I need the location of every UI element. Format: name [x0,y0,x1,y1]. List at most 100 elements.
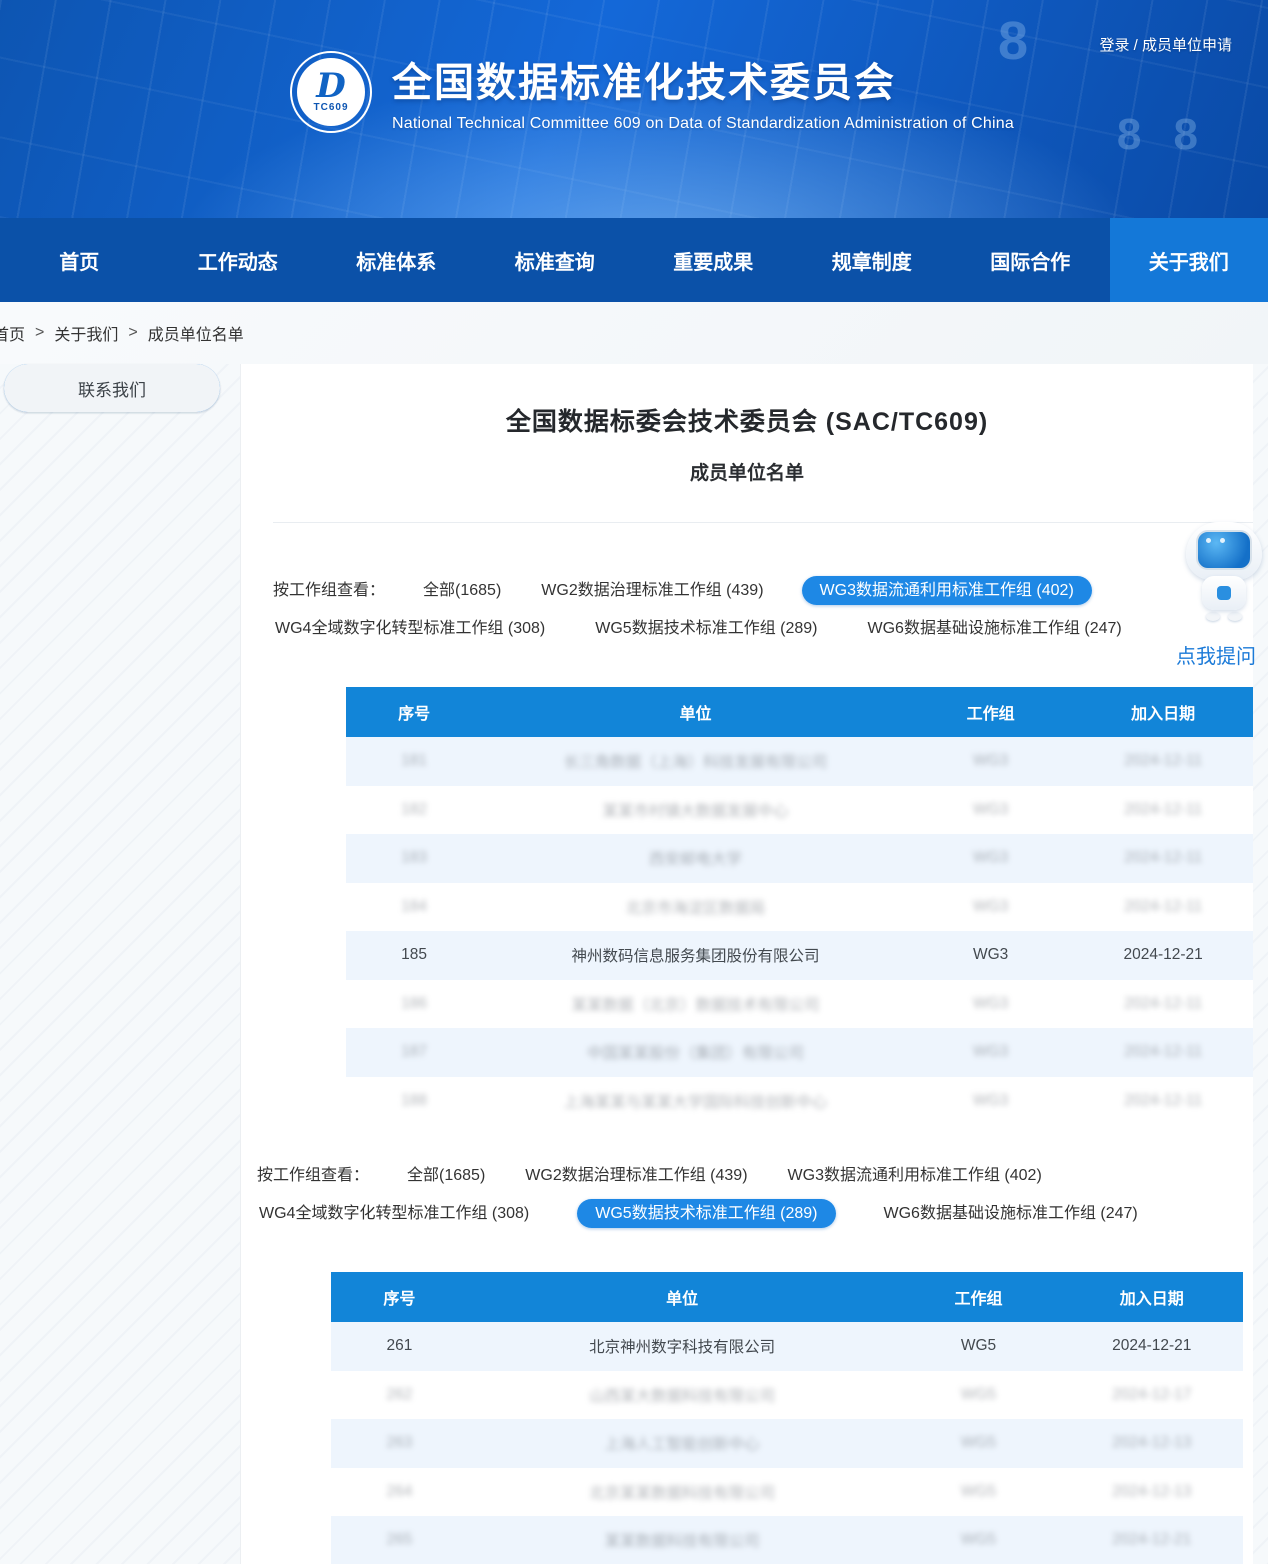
table-row[interactable]: 185 神州数码信息服务集团股份有限公司 WG3 2024-12-21 [346,931,1253,980]
workgroup-filter-option[interactable]: WG6数据基础设施标准工作组 (247) [882,1199,1140,1228]
nav-item[interactable]: 国际合作 [951,218,1110,302]
cell-no: 187 [346,1043,482,1061]
workgroup-filter-option[interactable]: WG2数据治理标准工作组 (439) [539,576,765,605]
divider [273,522,1253,523]
col-header-joindate: 加入日期 [1061,1285,1243,1309]
workgroup-filter-option[interactable]: 全部(1685) [405,1161,487,1190]
workgroup-filter-option[interactable]: WG3数据流通利用标准工作组 (402) [786,1161,1044,1190]
breadcrumb-item[interactable]: 关于我们 > [54,321,147,345]
cell-unit: 上海某某与某某大学国际科技创新中心 [482,1090,909,1112]
cell-unit: 上海人工智能创新中心 [468,1432,897,1454]
table-row[interactable]: 183 西安邮电大学 WG3 2024-12-11 [346,834,1253,883]
breadcrumb: 首页 > 关于我们 > 成员单位名单 > [0,302,1268,364]
breadcrumb-item[interactable]: 首页 > [0,321,54,345]
nav-item[interactable]: 工作动态 [159,218,318,302]
robot-eye [1220,538,1225,543]
breadcrumb-label[interactable]: 成员单位名单 [148,321,244,345]
cell-joindate: 2024-12-13 [1061,1483,1243,1501]
login-link[interactable]: 登录 / 成员单位申请 [1099,34,1232,55]
col-header-unit: 单位 [482,700,909,724]
cell-no: 264 [331,1483,468,1501]
cell-workgroup: WG3 [909,1092,1072,1110]
breadcrumb-item[interactable]: 成员单位名单 > [148,321,244,345]
cell-workgroup: WG3 [909,849,1072,867]
workgroup-filter-option[interactable]: WG5数据技术标准工作组 (289) [577,1199,835,1228]
robot-body [1202,576,1246,610]
nav-item[interactable]: 首页 [0,218,159,302]
table-header: 序号 单位 工作组 加入日期 [346,687,1253,737]
cell-joindate: 2024-12-11 [1072,752,1253,770]
filter-row-2: WG4全域数字化转型标准工作组 (308)WG5数据技术标准工作组 (289)W… [257,1199,1186,1223]
site-brand: D TC609 全国数据标准化技术委员会 National Technical … [290,50,1014,133]
cell-joindate: 2024-12-21 [1072,946,1253,964]
robot-eye [1206,538,1211,543]
table-body: 261 北京神州数字科技有限公司 WG5 2024-12-21 262 山西某大… [331,1322,1243,1564]
robot-foot [1228,612,1242,621]
table-row[interactable]: 262 山西某大数据科技有限公司 WG5 2024-12-17 [331,1371,1243,1420]
filter-label: 按工作组查看： [273,576,385,600]
table-row[interactable]: 264 北京某某数据科技有限公司 WG5 2024-12-13 [331,1468,1243,1517]
cell-unit: 某某数据（北京）数据技术有限公司 [482,993,909,1015]
table-row[interactable]: 188 上海某某与某某大学国际科技创新中心 WG3 2024-12-11 [346,1077,1253,1126]
table-row[interactable]: 263 上海人工智能创新中心 WG5 2024-12-13 [331,1419,1243,1468]
nav-item[interactable]: 重要成果 [634,218,793,302]
workgroup-filter-option[interactable]: WG3数据流通利用标准工作组 (402) [802,576,1092,605]
logo-d-glyph: D [316,70,345,102]
table-row[interactable]: 187 中国某某股份（集团）有限公司 WG3 2024-12-11 [346,1028,1253,1077]
cell-no: 261 [331,1337,468,1355]
filter-row-1: 全部(1685)WG2数据治理标准工作组 (439)WG3数据流通利用标准工作组… [405,1161,1080,1185]
member-table-wg5: 序号 单位 工作组 加入日期 261 北京神州数字科技有限公司 WG5 2024… [331,1272,1243,1564]
cell-joindate: 2024-12-11 [1072,898,1253,916]
table-row[interactable]: 181 长三角数据（上海）科技发展有限公司 WG3 2024-12-11 [346,737,1253,786]
sidebar-item[interactable]: 联系我们 [4,364,220,412]
cell-joindate: 2024-12-11 [1072,1092,1253,1110]
cell-no: 183 [346,849,482,867]
workgroup-filter-option[interactable]: WG4全域数字化转型标准工作组 (308) [273,614,547,643]
table-row[interactable]: 186 某某数据（北京）数据技术有限公司 WG3 2024-12-11 [346,980,1253,1029]
cell-no: 184 [346,898,482,916]
workgroup-filter-option[interactable]: WG2数据治理标准工作组 (439) [523,1161,749,1190]
logo-tc609-text: TC609 [313,102,348,113]
workgroup-filter-option[interactable]: 全部(1685) [421,576,503,605]
table-row[interactable]: 184 北京市海淀区数据局 WG3 2024-12-11 [346,883,1253,932]
nav-item[interactable]: 标准体系 [317,218,476,302]
workgroup-filter-option[interactable]: WG6数据基础设施标准工作组 (247) [866,614,1124,643]
cell-unit: 北京某某数据科技有限公司 [468,1481,897,1503]
page-title: 全国数据标委会技术委员会 (SAC/TC609) [241,402,1253,438]
cell-workgroup: WG3 [909,752,1072,770]
cell-workgroup: WG5 [896,1386,1060,1404]
workgroup-filter-option[interactable]: WG5数据技术标准工作组 (289) [593,614,819,643]
table-row[interactable]: 182 某某市村镇大数据发展中心 WG3 2024-12-11 [346,786,1253,835]
assistant-robot-icon[interactable] [1183,522,1265,621]
cell-unit: 神州数码信息服务集团股份有限公司 [482,944,909,966]
cell-unit: 北京市海淀区数据局 [482,896,909,918]
nav-item[interactable]: 标准查询 [476,218,635,302]
table-header: 序号 单位 工作组 加入日期 [331,1272,1243,1322]
cell-no: 181 [346,752,482,770]
col-header-no: 序号 [346,700,482,724]
banner-texture: 8 8 [1117,110,1208,160]
breadcrumb-label[interactable]: 首页 [0,321,25,345]
robot-screen [1196,530,1252,570]
breadcrumb-label[interactable]: 关于我们 [54,321,118,345]
cell-joindate: 2024-12-11 [1072,1043,1253,1061]
workgroup-filter-option[interactable]: WG4全域数字化转型标准工作组 (308) [257,1199,531,1228]
cell-unit: 中国某某股份（集团）有限公司 [482,1041,909,1063]
cell-unit: 西安邮电大学 [482,847,909,869]
cell-workgroup: WG3 [909,995,1072,1013]
nav-item[interactable]: 规章制度 [793,218,952,302]
site-title: 全国数据标准化技术委员会 [392,50,1014,108]
brand-text: 全国数据标准化技术委员会 National Technical Committe… [392,50,1014,133]
ask-me-button[interactable]: 点我提问 [1176,640,1256,669]
cell-no: 188 [346,1092,482,1110]
cell-unit: 长三角数据（上海）科技发展有限公司 [482,750,909,772]
cell-unit: 山西某大数据科技有限公司 [468,1384,897,1406]
robot-badge [1217,586,1231,600]
cell-joindate: 2024-12-11 [1072,995,1253,1013]
table-row[interactable]: 265 某某数据科技有限公司 WG5 2024-12-21 [331,1516,1243,1564]
cell-workgroup: WG3 [909,898,1072,916]
cell-workgroup: WG5 [896,1434,1060,1452]
table-row[interactable]: 261 北京神州数字科技有限公司 WG5 2024-12-21 [331,1322,1243,1371]
cell-workgroup: WG5 [896,1337,1060,1355]
nav-item[interactable]: 关于我们 [1110,218,1268,302]
